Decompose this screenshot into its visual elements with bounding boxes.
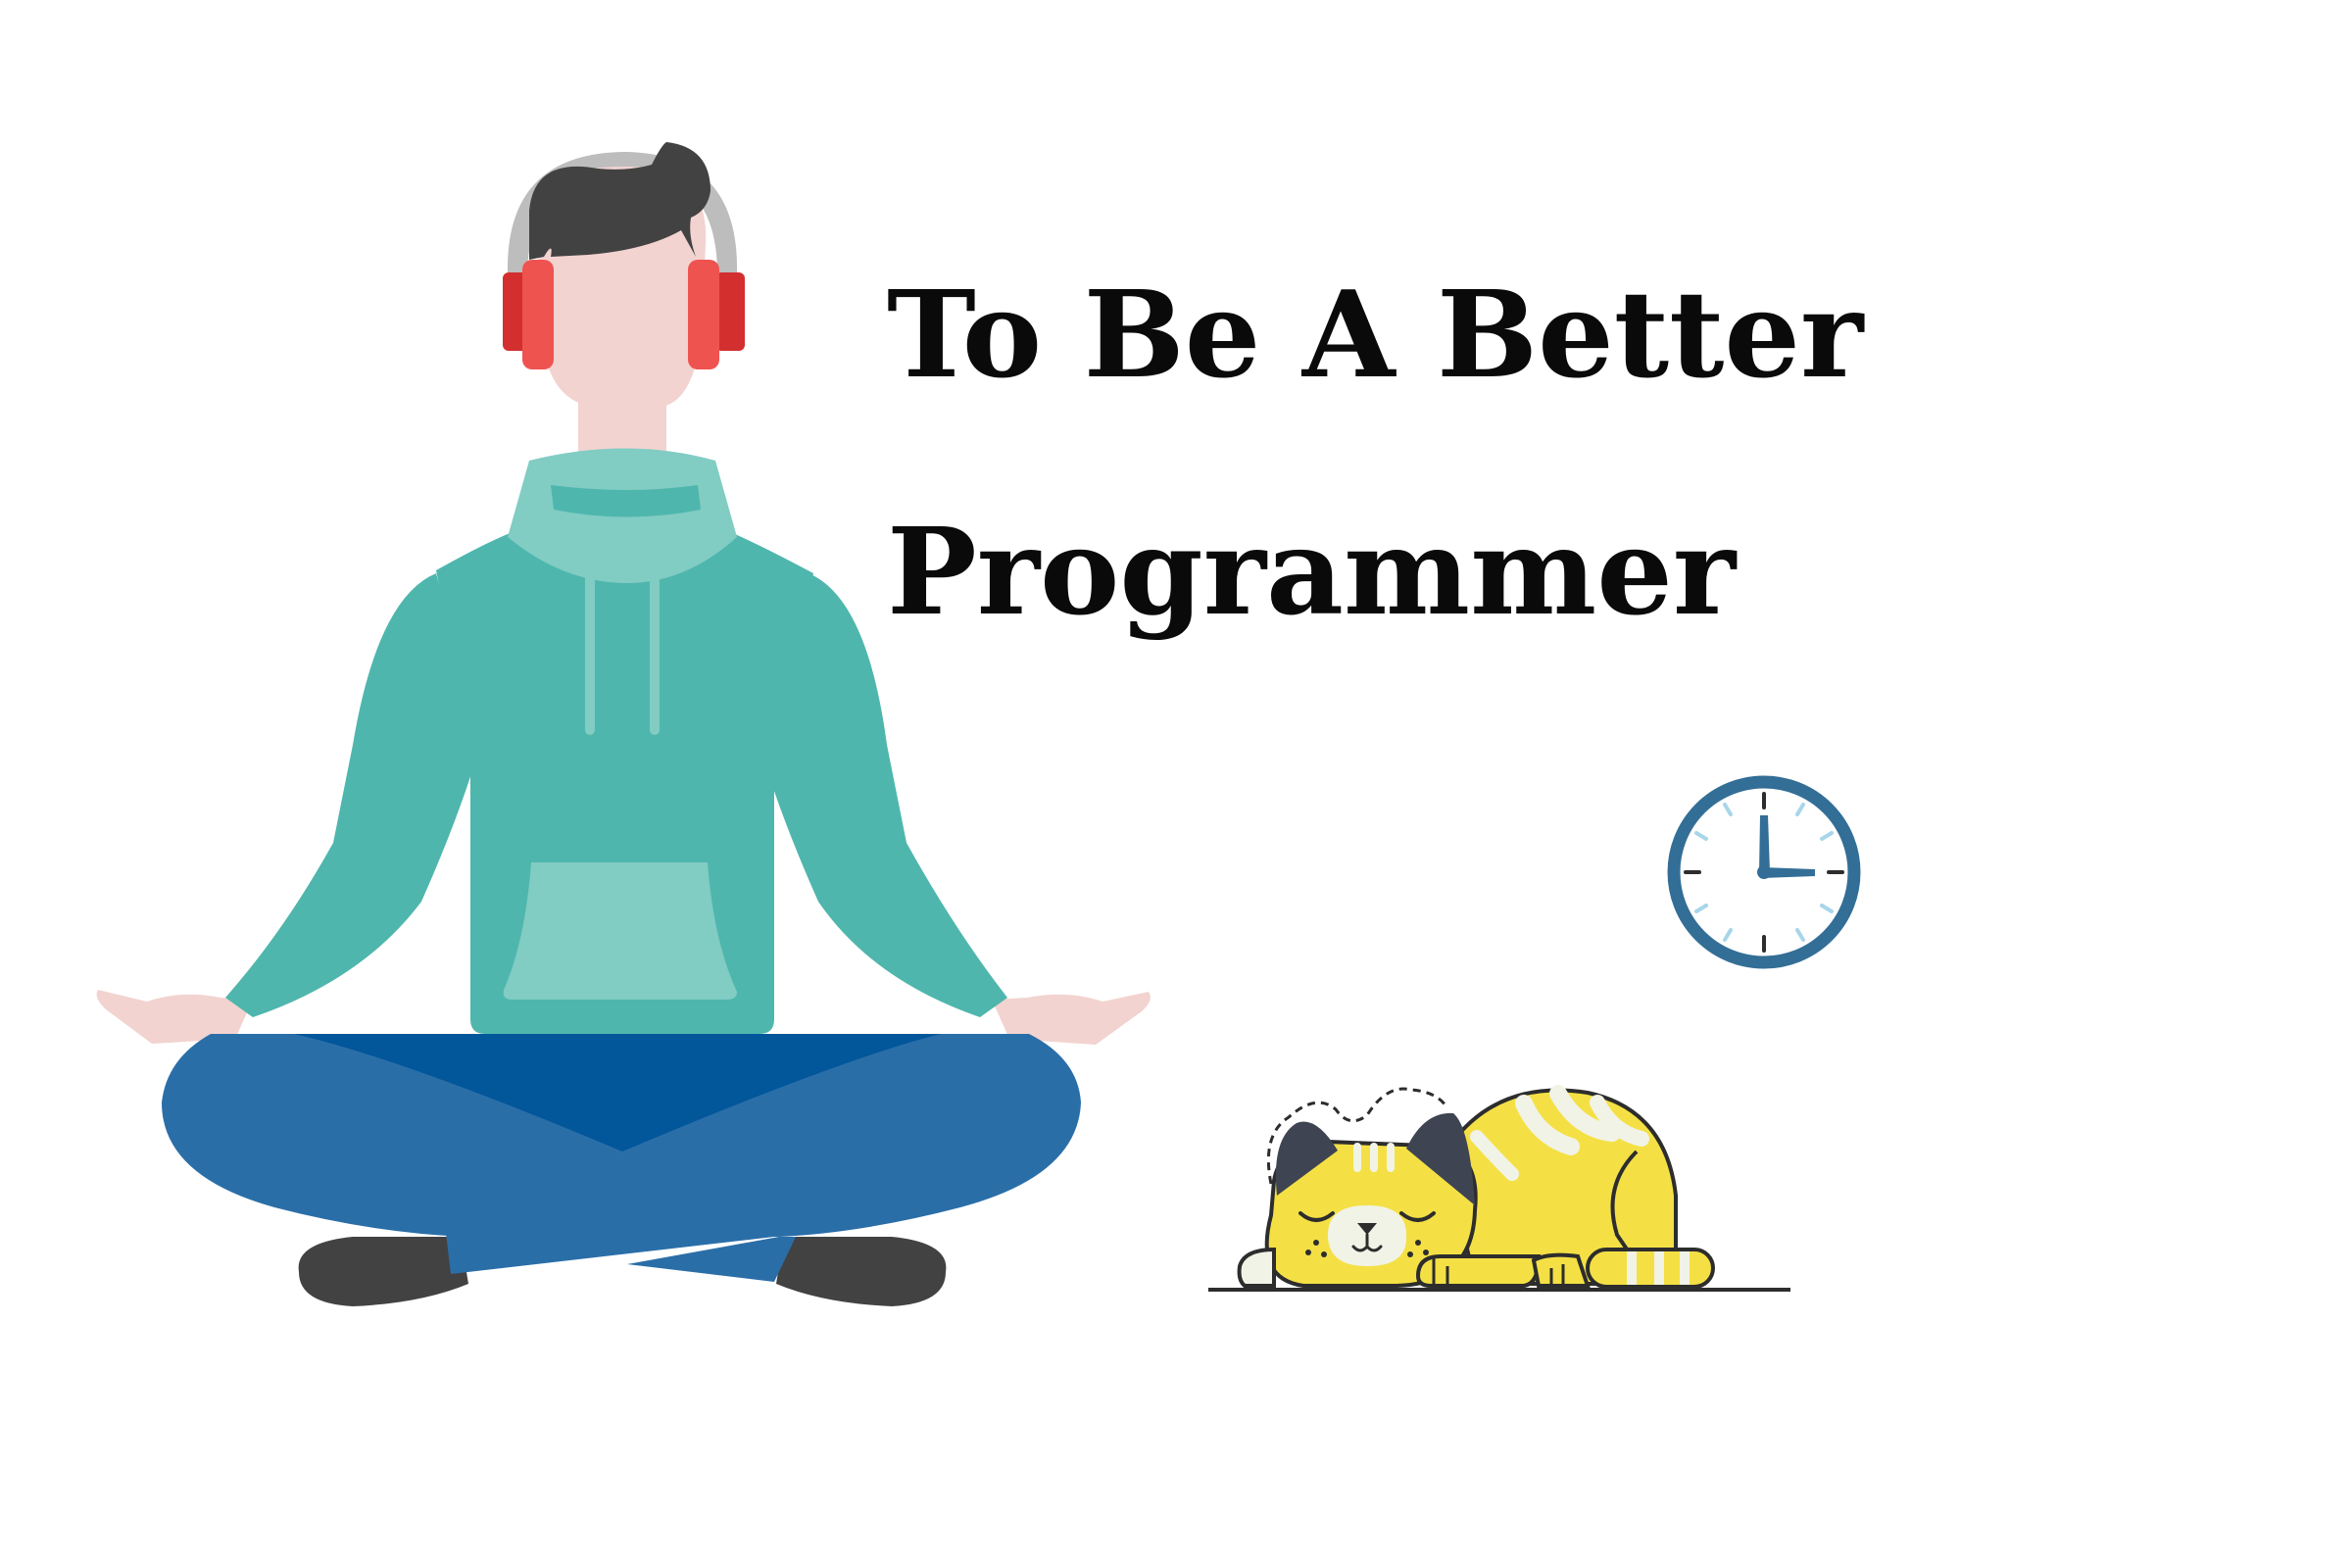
title-line-1: To Be A Better [887, 264, 1864, 405]
clock-icon [1667, 775, 1861, 969]
sleeping-cat-illustration [1208, 1085, 1790, 1292]
meditating-programmer-illustration [96, 142, 1151, 1306]
poster: To Be A Better Programmer [0, 0, 2352, 1568]
title-line-2: Programmer [887, 501, 1737, 642]
